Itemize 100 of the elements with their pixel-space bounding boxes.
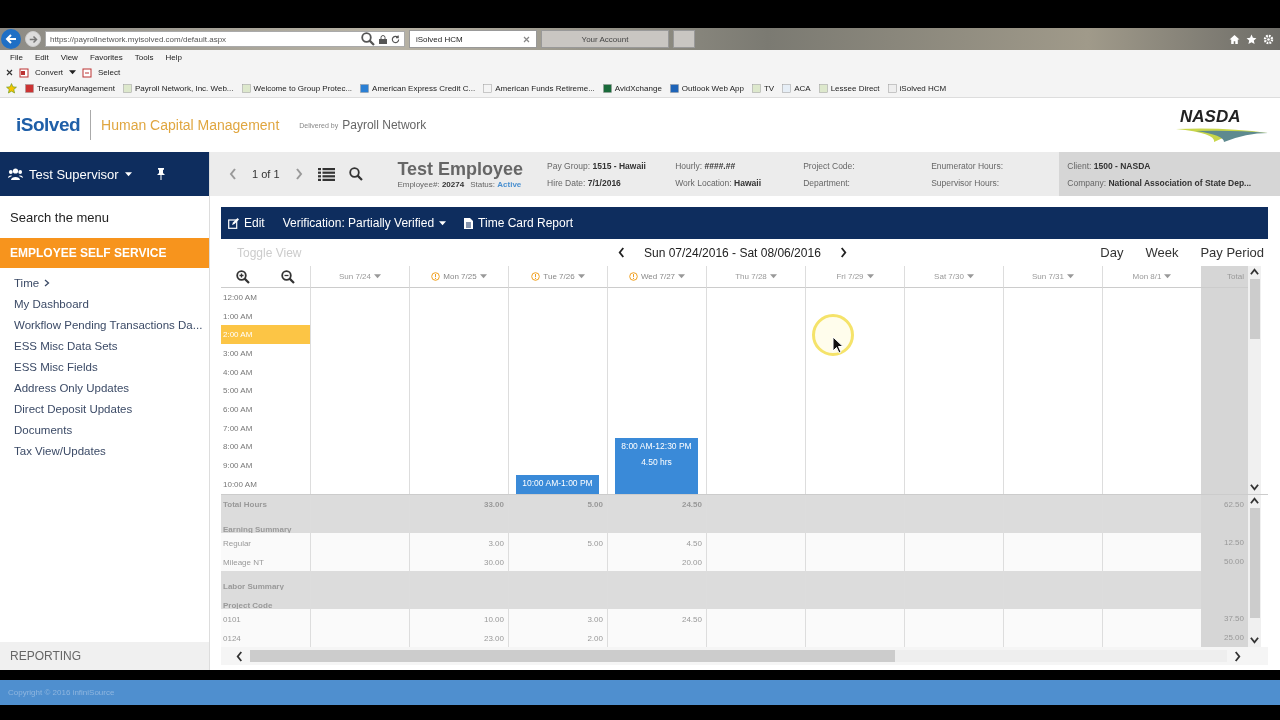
info-field: Supervisor Hours:	[931, 177, 1060, 188]
settings-icon[interactable]	[1263, 33, 1274, 45]
view-button[interactable]: Week	[1145, 245, 1179, 260]
back-arrow-icon	[5, 33, 17, 45]
forward-button[interactable]	[25, 31, 41, 47]
hour-label[interactable]: 1:00 AM	[221, 306, 310, 326]
favicon-icon[interactable]	[25, 84, 34, 93]
next-period-icon[interactable]	[838, 246, 848, 259]
view-button[interactable]: Day	[1100, 245, 1124, 260]
sidebar-item[interactable]: ESS Misc Fields	[14, 360, 98, 373]
zoom-out-icon[interactable]	[280, 269, 295, 284]
favorite-link[interactable]: Payroll Network, Inc. Web...	[134, 84, 234, 93]
summary-label: 0101	[221, 609, 310, 630]
day-header[interactable]: Tue 7/26	[508, 266, 607, 288]
caret-icon[interactable]	[124, 171, 132, 177]
pin-icon[interactable]	[155, 168, 166, 180]
summary-cell: 3.00	[508, 609, 607, 630]
list-icon[interactable]	[317, 167, 335, 181]
scroll-left-icon[interactable]	[235, 649, 244, 663]
convert-button[interactable]: Convert	[35, 68, 63, 77]
favorites-star-icon[interactable]	[6, 83, 17, 94]
back-button[interactable]	[1, 29, 21, 49]
view-button[interactable]: Pay Period	[1200, 245, 1264, 260]
favorite-link[interactable]: Welcome to Group Protec...	[253, 84, 353, 93]
favicon-icon[interactable]	[669, 84, 679, 93]
sidebar-item[interactable]: Address Only Updates	[14, 381, 130, 394]
select-button[interactable]: Select	[98, 68, 121, 77]
favorite-link[interactable]: ACA	[794, 84, 811, 93]
refresh-icon[interactable]	[391, 34, 400, 44]
search-icon[interactable]	[348, 167, 363, 181]
zoom-in-icon[interactable]	[236, 269, 251, 284]
favorite-link[interactable]: TV	[763, 84, 775, 93]
cursor-icon	[832, 336, 844, 354]
calendar-event[interactable]: 10:00 AM-1:00 PM	[516, 474, 599, 494]
close-icon[interactable]	[6, 69, 13, 76]
scroll-right-icon[interactable]	[1233, 649, 1242, 663]
sidebar-item[interactable]: My Dashboard	[14, 297, 89, 310]
menu-item[interactable]: Edit	[34, 53, 49, 62]
forward-arrow-icon	[28, 34, 38, 44]
click-highlight	[812, 314, 854, 356]
menu-item[interactable]: Help	[165, 53, 182, 62]
day-header[interactable]: Mon 7/25	[409, 266, 508, 288]
edit-button[interactable]: Edit	[228, 216, 265, 230]
caret-icon[interactable]	[69, 70, 76, 75]
star-icon[interactable]	[1246, 33, 1257, 45]
favicon-icon[interactable]	[360, 84, 370, 93]
favorite-link[interactable]: Outlook Web App	[681, 84, 744, 93]
favorite-link[interactable]: American Funds Retireme...	[495, 84, 595, 93]
hour-label[interactable]: 4:00 AM	[221, 362, 310, 382]
sidebar-item[interactable]: Documents	[14, 423, 73, 436]
reporting-section[interactable]: REPORTING	[0, 642, 209, 670]
sidebar-item[interactable]: Time	[14, 276, 40, 289]
favorite-link[interactable]: TreasuryManagement	[37, 84, 115, 93]
info-field: Department:	[803, 177, 932, 188]
home-icon[interactable]	[1229, 33, 1240, 45]
favorite-link[interactable]: Lessee Direct	[830, 84, 880, 93]
hour-label[interactable]: 7:00 AM	[221, 418, 310, 438]
previous-period-icon[interactable]	[617, 246, 626, 259]
favicon-icon[interactable]	[602, 84, 612, 93]
sidebar-item[interactable]: Workflow Pending Transactions Da...	[14, 318, 203, 331]
menu-item[interactable]: File	[10, 53, 23, 62]
search-icon[interactable]	[361, 32, 375, 46]
sidebar-item[interactable]: Tax View/Updates	[14, 444, 106, 457]
caret-icon[interactable]	[439, 220, 447, 226]
sidebar-item[interactable]: Direct Deposit Updates	[14, 402, 133, 415]
address-bar[interactable]: https://payrollnetwork.myisolved.com/default.aspx	[45, 31, 405, 47]
hour-label[interactable]: 8:00 AM	[221, 437, 310, 457]
vertical-scrollbar[interactable]	[1248, 495, 1261, 647]
next-icon[interactable]	[293, 167, 304, 181]
hour-label[interactable]: 6:00 AM	[221, 400, 310, 419]
favorite-link[interactable]: iSolved HCM	[899, 84, 947, 93]
horizontal-scrollbar[interactable]	[250, 650, 1227, 662]
menu-item[interactable]: Favorites	[89, 53, 123, 62]
document-icon[interactable]	[19, 67, 29, 78]
hour-label[interactable]: 5:00 AM	[221, 381, 310, 401]
previous-icon[interactable]	[228, 167, 238, 181]
verification-dropdown[interactable]: Verification: Partially Verified	[282, 216, 447, 230]
hour-label[interactable]: 9:00 AM	[221, 456, 310, 475]
scrollbar-thumb[interactable]	[1249, 279, 1260, 339]
chevron-icon[interactable]	[44, 278, 51, 287]
hour-label[interactable]: 10:00 AM	[221, 474, 310, 494]
sidebar-item[interactable]: ESS Misc Data Sets	[14, 339, 118, 352]
menu-item[interactable]: Tools	[134, 53, 154, 62]
summary-cell: 30.00	[409, 552, 508, 573]
scroll-down-icon[interactable]	[1250, 634, 1259, 647]
browser-tab[interactable]: Your Account	[541, 30, 669, 48]
vertical-scrollbar[interactable]	[1248, 266, 1261, 494]
favorite-link[interactable]: AvidXchange	[614, 84, 662, 93]
document-icon[interactable]	[82, 67, 92, 78]
day-header[interactable]: Wed 7/27	[607, 266, 706, 288]
favorite-link[interactable]: American Express Credit C...	[372, 84, 476, 93]
calendar-event[interactable]: 8:00 AM-12:30 PM 4.50 hrs	[615, 437, 698, 494]
menu-item[interactable]: View	[60, 53, 78, 62]
hour-label[interactable]: 3:00 AM	[221, 344, 310, 363]
report-button[interactable]: Time Card Report	[464, 216, 573, 230]
scrollbar-thumb[interactable]	[1249, 508, 1260, 618]
date-range: Sun 07/24/2016 - Sat 08/06/2016	[644, 245, 821, 260]
user-menu[interactable]: Test Supervisor	[29, 166, 119, 182]
hour-label[interactable]: 12:00 AM	[221, 288, 310, 307]
browser-tab[interactable]: iSolved HCM	[409, 30, 537, 48]
